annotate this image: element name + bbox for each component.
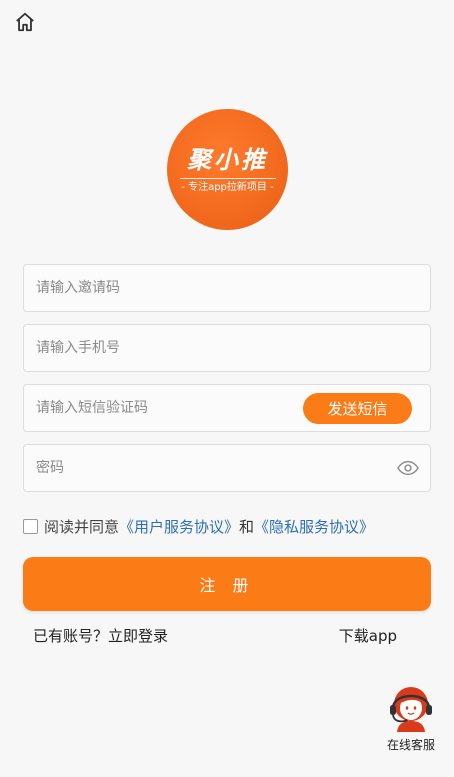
home-button[interactable]	[12, 10, 38, 34]
phone-input[interactable]	[36, 325, 306, 371]
sms-code-input[interactable]	[36, 385, 306, 431]
agreement-row: 阅读并同意 《用户服务协议》 和 《隐私服务协议》	[23, 515, 374, 537]
phone-field	[23, 324, 431, 372]
logo-slogan: - 专注app拉新项目 -	[181, 181, 274, 193]
download-app-link[interactable]: 下载app	[339, 625, 397, 646]
agreement-and: 和	[239, 517, 255, 536]
privacy-agreement-link[interactable]: 《隐私服务协议》	[254, 516, 374, 537]
register-button[interactable]: 注 册	[23, 557, 431, 611]
invite-code-input[interactable]	[36, 265, 306, 311]
login-link[interactable]: 已有账号？立即登录	[33, 625, 168, 646]
sms-code-field: 发送短信	[23, 384, 431, 432]
password-visibility-toggle[interactable]	[396, 457, 420, 479]
user-agreement-link[interactable]: 《用户服务协议》	[119, 516, 239, 537]
password-field	[23, 444, 431, 492]
invite-code-field	[23, 264, 431, 312]
eye-icon	[397, 460, 419, 476]
customer-service-icon	[390, 687, 432, 732]
send-sms-button[interactable]: 发送短信	[303, 393, 412, 424]
agreement-prefix: 阅读并同意	[44, 517, 120, 536]
customer-service-button[interactable]: 在线客服	[381, 684, 441, 758]
logo-name: 聚小推	[187, 145, 268, 174]
password-input[interactable]	[36, 445, 306, 491]
customer-service-label: 在线客服	[386, 738, 435, 752]
logo-divider	[179, 177, 276, 179]
app-logo: 聚小推 - 专注app拉新项目 -	[167, 109, 288, 230]
agreement-checkbox[interactable]	[23, 518, 38, 534]
home-icon	[16, 12, 34, 32]
